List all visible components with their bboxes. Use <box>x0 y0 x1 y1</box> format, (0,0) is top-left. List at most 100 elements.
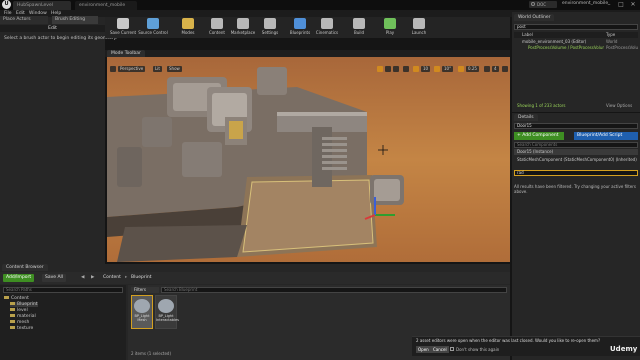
component-row[interactable]: StaticMeshComponent (StaticMeshComponent… <box>514 157 638 163</box>
world-outliner-tab[interactable]: World Outliner <box>514 14 555 21</box>
brush-editing-tab[interactable]: Brush Editing <box>52 16 98 24</box>
component-root-row[interactable]: Door15 (Instance) <box>514 149 638 155</box>
scale-tool-icon[interactable] <box>393 66 399 72</box>
col-type: Type <box>606 32 616 37</box>
toolbar-label: Source Control <box>138 30 168 35</box>
outliner-view-options[interactable]: View Options <box>606 103 632 108</box>
asset-label: BP_Light Interactables <box>156 314 179 322</box>
dont-show-checkbox[interactable] <box>450 347 454 351</box>
asset-tile[interactable]: BP_Light Interactables <box>155 295 179 329</box>
mode-toolbar-tab[interactable]: Mode Toolbar <box>107 50 145 57</box>
toolbar-cinematics-button[interactable]: Cinematics <box>311 18 343 37</box>
folder-item[interactable]: texture <box>10 326 33 331</box>
actor-name-field[interactable]: Door15 <box>514 123 638 129</box>
folder-label: level <box>17 308 28 313</box>
minimize-icon[interactable]: – <box>603 0 615 9</box>
scale-snap-label: 0.25 <box>468 66 477 71</box>
toolbar-label: Build <box>353 30 365 35</box>
filters-button[interactable]: Filters <box>131 287 159 293</box>
launch-icon <box>413 18 425 29</box>
folder-item[interactable]: level <box>10 308 28 313</box>
level-viewport[interactable] <box>107 57 510 262</box>
outliner-row-selected[interactable]: PostProcessVolume / PostProcessVolume Po… <box>514 45 638 51</box>
path-root[interactable]: Content <box>100 274 124 282</box>
cancel-button[interactable]: Cancel <box>431 346 449 353</box>
toolbar-label: Cinematics <box>315 30 339 35</box>
modes-hint-text: Select a brush actor to begin editing it… <box>4 36 118 41</box>
path-root-label: Content <box>103 275 121 280</box>
actor-count: Showing 1 of 233 actors <box>517 103 566 108</box>
toolbar-source-control-button[interactable]: Source Control <box>137 18 169 37</box>
close-icon[interactable]: ✕ <box>627 0 639 9</box>
path-current[interactable]: Blueprint <box>128 274 155 282</box>
marketplace-icon <box>237 18 249 29</box>
component-search-placeholder: Search Components <box>517 142 558 147</box>
add-import-button[interactable]: Add/Import <box>3 274 35 282</box>
grid-snap-icon[interactable] <box>413 66 419 72</box>
blueprint-thumbnail-icon <box>158 299 174 313</box>
maximize-icon[interactable]: □ <box>615 0 627 9</box>
folder-item[interactable]: mesh <box>10 320 29 325</box>
dont-show-label: Don't show this again <box>456 347 500 352</box>
rotate-snap-value[interactable]: 10° <box>442 66 454 72</box>
tab-project[interactable]: environment_mobile <box>75 1 137 10</box>
toolbar-modes-button[interactable]: Modes <box>172 18 204 37</box>
maximize-viewport-icon[interactable] <box>502 66 508 72</box>
save-current-icon <box>117 18 129 29</box>
place-actors-tab[interactable]: Place Actors <box>0 16 48 24</box>
folder-item[interactable]: material <box>10 314 36 319</box>
path-current-label: Blueprint <box>131 275 152 280</box>
open-button[interactable]: Open <box>416 346 431 353</box>
folder-icon <box>10 326 15 329</box>
lit-button[interactable]: Lit <box>153 66 162 72</box>
search-icon <box>531 2 535 6</box>
search-paths-input[interactable]: Search Paths <box>3 287 123 293</box>
save-all-button[interactable]: Save All <box>42 274 67 282</box>
settings-icon <box>264 18 276 29</box>
add-component-label: + Add Component <box>517 133 559 138</box>
doc-search[interactable]: DOC <box>529 1 557 8</box>
folder-label: Content <box>11 296 29 301</box>
blueprint-script-button[interactable]: Blueprint/Add Script <box>574 132 638 140</box>
back-icon[interactable]: ◀ <box>78 274 87 282</box>
folder-icon <box>10 314 15 317</box>
viewport-options-icon[interactable] <box>110 66 116 72</box>
grid-snap-label: 10 <box>423 66 429 71</box>
filters-label: Filters <box>134 287 146 292</box>
add-component-button[interactable]: + Add Component <box>514 132 564 140</box>
toolbar-save-current-button[interactable]: Save Current <box>107 18 139 37</box>
component-row-label: StaticMeshComponent (StaticMeshComponent… <box>517 157 637 162</box>
component-search-input[interactable]: Search Components <box>514 142 638 148</box>
tab-level[interactable]: HubSpawnLevel <box>13 1 71 10</box>
property-filter-input[interactable]: rad <box>514 170 638 176</box>
perspective-button[interactable]: Perspective <box>118 66 146 72</box>
folder-icon <box>10 302 15 305</box>
translate-tool-icon[interactable] <box>377 66 383 72</box>
asset-tile[interactable]: BP_Light Mesh <box>131 295 153 329</box>
outliner-search-value: post <box>517 24 526 29</box>
camera-speed-label: 4 <box>494 66 497 71</box>
toolbar-label: Modes <box>181 30 195 35</box>
scale-snap-value[interactable]: 0.25 <box>466 66 479 72</box>
content-browser-tab[interactable]: Content Browser <box>2 264 48 271</box>
folder-item[interactable]: Content <box>4 296 29 301</box>
toolbar-settings-button[interactable]: Settings <box>254 18 286 37</box>
outliner-search-input[interactable]: post <box>514 24 638 30</box>
grid-snap-value[interactable]: 10 <box>421 66 431 72</box>
camera-speed-value[interactable]: 4 <box>492 66 499 72</box>
forward-icon[interactable]: ▶ <box>88 274 97 282</box>
rotate-tool-icon[interactable] <box>385 66 391 72</box>
show-button[interactable]: Show <box>167 66 182 72</box>
scale-snap-icon[interactable] <box>458 66 464 72</box>
toolbar-build-button[interactable]: Build <box>343 18 375 37</box>
toolbar-play-button[interactable]: Play <box>374 18 406 37</box>
toolbar-launch-button[interactable]: Launch <box>403 18 435 37</box>
asset-search-input[interactable]: Search Blueprint <box>161 287 507 293</box>
outliner-header: Label Type <box>514 32 638 38</box>
blueprints-icon <box>294 18 306 29</box>
folder-item[interactable]: Blueprint <box>10 302 38 307</box>
rotate-snap-icon[interactable] <box>434 66 440 72</box>
details-tab[interactable]: Details <box>514 114 538 121</box>
camera-speed-icon[interactable] <box>484 66 490 72</box>
world-local-icon[interactable] <box>403 66 409 72</box>
